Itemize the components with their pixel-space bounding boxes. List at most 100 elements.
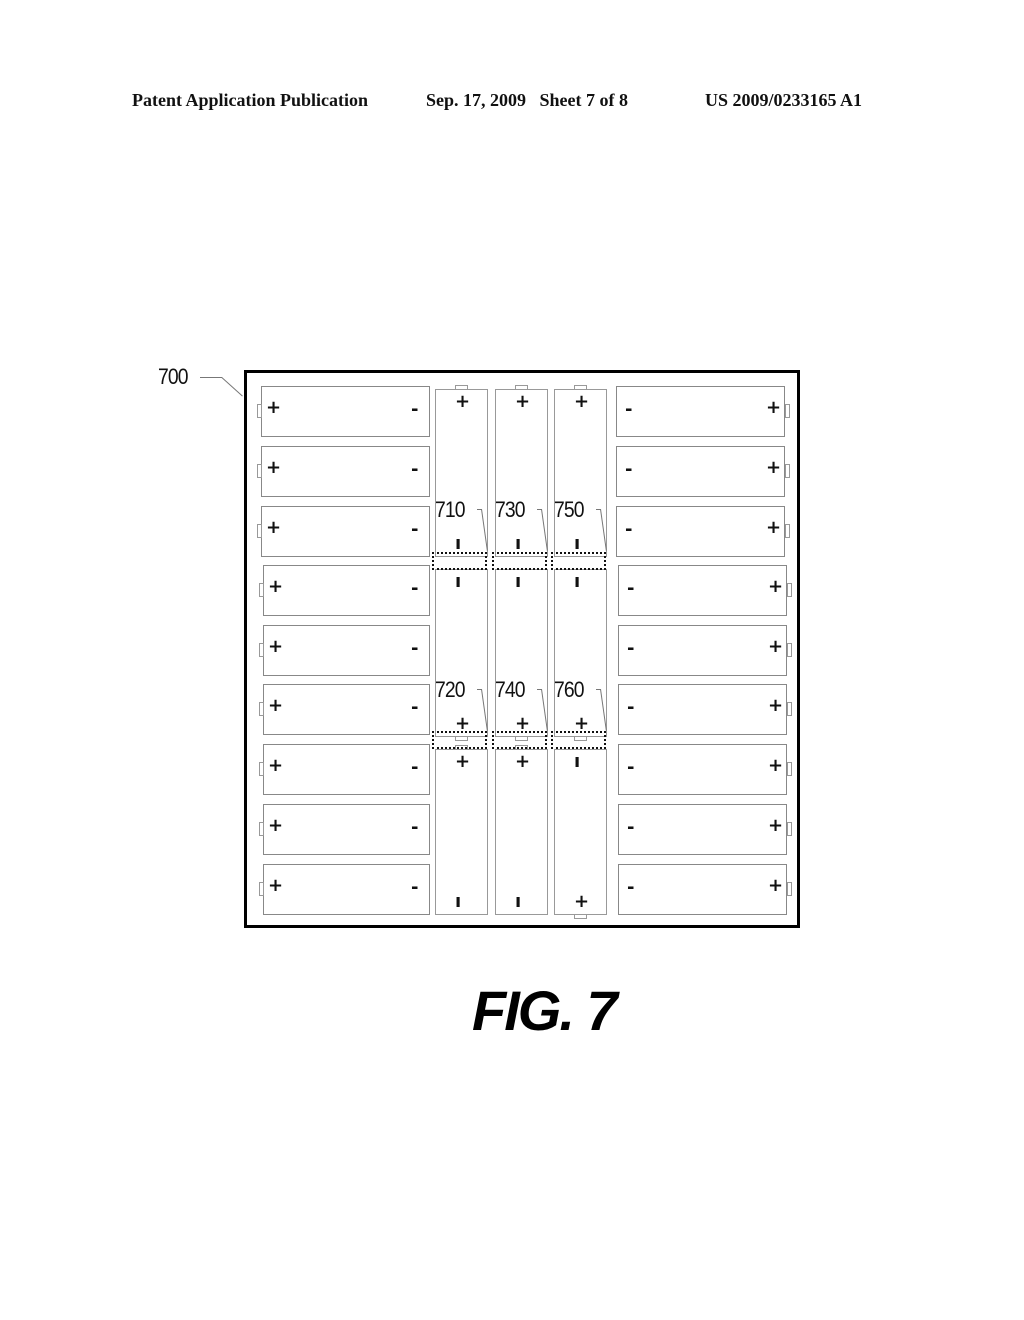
connector-750 — [551, 552, 606, 570]
terminal-positive: + — [268, 815, 284, 836]
terminal-negative: ı — [515, 891, 522, 912]
terminal-positive: + — [455, 751, 471, 772]
terminal-positive: + — [766, 517, 782, 538]
ref-730: 730 — [495, 497, 526, 522]
terminal-negative: - — [627, 578, 635, 599]
positive-terminal-nub — [787, 643, 792, 657]
terminal-negative: - — [411, 877, 419, 898]
terminal-negative: - — [627, 877, 635, 898]
terminal-positive: + — [266, 517, 282, 538]
positive-terminal-nub — [259, 702, 264, 716]
leader-700-diag — [221, 377, 243, 397]
connector-760 — [551, 731, 606, 749]
ref-700: 700 — [158, 364, 189, 389]
battery-cell-vertical — [435, 569, 488, 737]
terminal-negative: ı — [455, 571, 462, 592]
battery-cell-vertical — [554, 389, 607, 557]
terminal-negative: - — [625, 459, 633, 480]
terminal-positive: + — [766, 457, 782, 478]
battery-cell-right — [618, 744, 787, 795]
terminal-positive: + — [268, 695, 284, 716]
battery-cell-right — [616, 446, 785, 497]
terminal-negative: - — [625, 519, 633, 540]
terminal-negative: - — [411, 578, 419, 599]
battery-cell-right — [616, 506, 785, 557]
positive-terminal-nub — [787, 822, 792, 836]
ref-720: 720 — [435, 677, 466, 702]
battery-cell-left — [263, 684, 430, 735]
positive-terminal-nub — [259, 762, 264, 776]
positive-terminal-nub — [787, 762, 792, 776]
terminal-negative: - — [627, 697, 635, 718]
positive-terminal-nub — [574, 385, 587, 390]
battery-cell-vertical — [495, 749, 548, 915]
positive-terminal-nub — [785, 464, 790, 478]
connector-730 — [492, 552, 547, 570]
terminal-positive: + — [515, 391, 531, 412]
terminal-negative: ı — [455, 533, 462, 554]
battery-cell-left — [263, 744, 430, 795]
battery-cell-left — [263, 804, 430, 855]
battery-cell-vertical — [435, 749, 488, 915]
terminal-negative: ı — [455, 891, 462, 912]
terminal-positive: + — [268, 875, 284, 896]
positive-terminal-nub — [787, 882, 792, 896]
terminal-positive: + — [266, 397, 282, 418]
connector-720 — [432, 731, 487, 749]
terminal-positive: + — [766, 397, 782, 418]
positive-terminal-nub — [257, 464, 262, 478]
battery-cell-right — [618, 684, 787, 735]
positive-terminal-nub — [257, 524, 262, 538]
terminal-negative: - — [411, 697, 419, 718]
terminal-negative: ı — [515, 533, 522, 554]
battery-cell-vertical — [495, 389, 548, 557]
battery-cell-right — [618, 625, 787, 676]
terminal-negative: - — [411, 519, 419, 540]
terminal-negative: ı — [574, 751, 581, 772]
positive-terminal-nub — [574, 914, 587, 919]
battery-cell-left — [261, 506, 430, 557]
battery-cell-vertical — [435, 389, 488, 557]
terminal-positive: + — [768, 636, 784, 657]
terminal-positive: + — [266, 457, 282, 478]
positive-terminal-nub — [455, 385, 468, 390]
terminal-positive: + — [574, 391, 590, 412]
ref-750: 750 — [554, 497, 585, 522]
battery-cell-left — [261, 386, 430, 437]
terminal-negative: - — [411, 638, 419, 659]
connector-740 — [492, 731, 547, 749]
ref-740: 740 — [495, 677, 526, 702]
battery-cell-left — [263, 625, 430, 676]
positive-terminal-nub — [259, 643, 264, 657]
terminal-negative: - — [411, 459, 419, 480]
terminal-negative: ı — [574, 571, 581, 592]
positive-terminal-nub — [787, 702, 792, 716]
terminal-negative: - — [627, 757, 635, 778]
battery-cell-right — [618, 565, 787, 616]
terminal-positive: + — [515, 751, 531, 772]
terminal-positive: + — [268, 755, 284, 776]
terminal-positive: + — [768, 755, 784, 776]
terminal-negative: ı — [515, 571, 522, 592]
battery-cell-right — [618, 864, 787, 915]
battery-cell-right — [618, 804, 787, 855]
publication-number: US 2009/0233165 A1 — [705, 90, 863, 110]
terminal-positive: + — [768, 815, 784, 836]
positive-terminal-nub — [259, 882, 264, 896]
terminal-positive: + — [574, 891, 590, 912]
figure-label: FIG. 7 — [472, 979, 618, 1042]
battery-cell-left — [263, 864, 430, 915]
terminal-positive: + — [268, 636, 284, 657]
publication-date-sheet: Sep. 17, 2009 Sheet 7 of 8 — [426, 90, 628, 110]
positive-terminal-nub — [785, 404, 790, 418]
terminal-negative: ı — [574, 533, 581, 554]
terminal-negative: - — [625, 399, 633, 420]
connector-710 — [432, 552, 487, 570]
publication-type: Patent Application Publication — [132, 90, 369, 110]
terminal-negative: - — [411, 757, 419, 778]
terminal-positive: + — [268, 576, 284, 597]
positive-terminal-nub — [787, 583, 792, 597]
ref-710: 710 — [435, 497, 466, 522]
positive-terminal-nub — [515, 385, 528, 390]
terminal-positive: + — [768, 695, 784, 716]
